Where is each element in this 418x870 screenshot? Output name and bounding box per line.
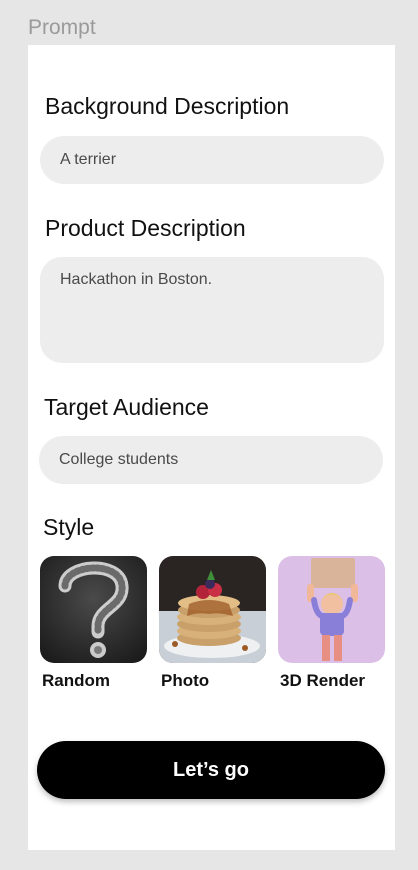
- target-audience-input[interactable]: College students: [39, 436, 383, 484]
- lets-go-button[interactable]: Let’s go: [37, 741, 385, 799]
- product-description-textarea[interactable]: Hackathon in Boston.: [40, 257, 384, 363]
- style-option-random[interactable]: Random: [40, 556, 147, 691]
- product-description-label: Product Description: [45, 215, 246, 241]
- background-description-label: Background Description: [45, 93, 290, 119]
- style-label: Style: [43, 514, 95, 540]
- product-description-value: Hackathon in Boston.: [60, 271, 213, 288]
- 3d-character-render-image: [278, 556, 385, 663]
- background-description-input[interactable]: A terrier: [40, 136, 384, 184]
- style-option-photo[interactable]: Photo: [159, 556, 266, 691]
- frame-title: Prompt: [28, 16, 96, 39]
- style-option-3d-render-label: 3D Render: [280, 671, 366, 690]
- pancakes-photo-image: [159, 556, 266, 663]
- target-audience-value: College students: [59, 451, 179, 468]
- prompt-form-card: Background Description A terrier Product…: [28, 45, 395, 850]
- background-description-value: A terrier: [60, 151, 117, 168]
- style-option-photo-label: Photo: [161, 671, 210, 690]
- style-option-3d-render[interactable]: 3D Render: [278, 556, 385, 691]
- target-audience-label: Target Audience: [44, 394, 209, 420]
- question-mark-chalk-image: [40, 556, 147, 663]
- style-option-random-label: Random: [42, 671, 110, 690]
